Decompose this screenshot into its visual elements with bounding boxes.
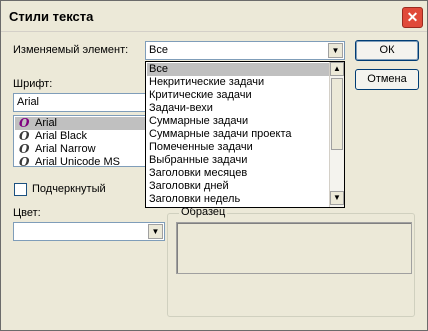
- truetype-font-icon: O: [19, 155, 30, 167]
- sample-preview: [176, 222, 412, 274]
- font-input-value: Arial: [17, 96, 40, 108]
- font-label: Шрифт:: [13, 78, 53, 90]
- chevron-down-icon[interactable]: ▼: [148, 224, 163, 239]
- font-input[interactable]: Arial: [13, 93, 147, 112]
- font-list-item-label: Arial Unicode MS: [35, 156, 120, 167]
- font-list-item[interactable]: O Arial Narrow: [15, 143, 145, 156]
- ok-button-label: ОК: [379, 44, 395, 56]
- font-list-item[interactable]: O Arial Unicode MS: [15, 156, 145, 167]
- font-list-item-label: Arial Black: [35, 130, 87, 142]
- chevron-up-icon[interactable]: ▲: [330, 62, 344, 76]
- dropdown-option[interactable]: Некритические задачи: [147, 76, 329, 89]
- text-styles-dialog: Стили текста ✕ Изменяемый элемент: Все ▼…: [0, 0, 428, 331]
- dropdown-option[interactable]: Суммарные задачи: [147, 115, 329, 128]
- chevron-down-icon[interactable]: ▼: [328, 43, 343, 58]
- element-select-value: Все: [149, 44, 168, 56]
- dropdown-scrollbar[interactable]: ▲ ▼: [329, 62, 344, 207]
- color-select[interactable]: ▼: [13, 222, 165, 241]
- dropdown-option[interactable]: Критические задачи: [147, 89, 329, 102]
- close-icon: ✕: [406, 9, 419, 25]
- element-label: Изменяемый элемент:: [13, 44, 129, 56]
- dropdown-option[interactable]: Задачи-вехи: [147, 102, 329, 115]
- dropdown-option[interactable]: Заголовки недель: [147, 193, 329, 206]
- dropdown-option[interactable]: Все: [147, 63, 329, 76]
- dropdown-option[interactable]: Заголовки дней: [147, 180, 329, 193]
- font-list-item[interactable]: O Arial Black: [15, 130, 145, 143]
- cancel-button-label: Отмена: [367, 73, 407, 85]
- window-title: Стили текста: [9, 9, 94, 24]
- dropdown-option[interactable]: Выбранные задачи: [147, 154, 329, 167]
- font-list-item-label: Arial Narrow: [35, 143, 96, 155]
- font-list-item[interactable]: O Arial: [15, 117, 145, 130]
- title-bar: Стили текста ✕: [1, 1, 427, 32]
- cancel-button[interactable]: Отмена: [355, 69, 419, 90]
- dropdown-option[interactable]: Помеченные задачи: [147, 141, 329, 154]
- chevron-down-icon[interactable]: ▼: [330, 191, 344, 205]
- close-button[interactable]: ✕: [402, 7, 423, 28]
- font-list-item-label: Arial: [35, 117, 58, 129]
- element-select[interactable]: Все ▼: [145, 41, 345, 60]
- element-dropdown-list[interactable]: Все Некритические задачи Критические зад…: [145, 61, 345, 208]
- ok-button[interactable]: ОК: [355, 40, 419, 61]
- dropdown-option[interactable]: Суммарные задачи проекта: [147, 128, 329, 141]
- underline-checkbox[interactable]: [14, 183, 27, 196]
- scrollbar-thumb[interactable]: [331, 78, 343, 150]
- dropdown-option[interactable]: Заголовки месяцев: [147, 167, 329, 180]
- underline-label: Подчеркнутый: [32, 183, 106, 195]
- color-label: Цвет:: [13, 207, 41, 219]
- font-list[interactable]: O Arial O Arial Black O Arial Narrow O A…: [13, 115, 147, 167]
